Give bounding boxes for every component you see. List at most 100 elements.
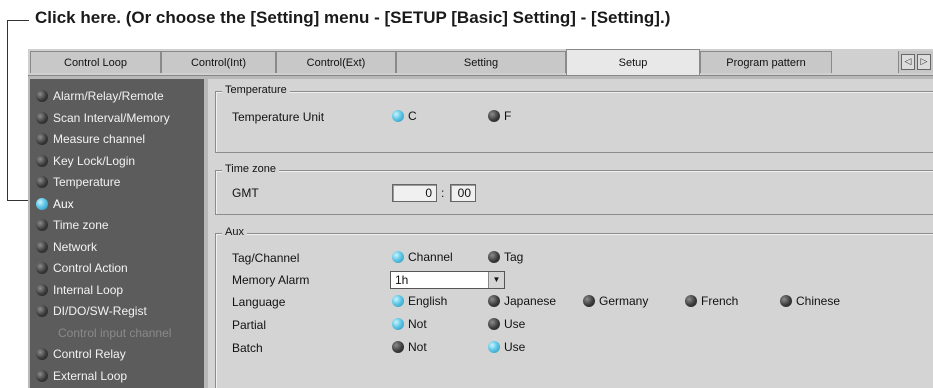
led-icon	[36, 241, 48, 253]
radio-off-icon	[488, 110, 500, 122]
callout-leader-line	[7, 20, 8, 200]
option-label: C	[408, 109, 417, 123]
led-icon	[36, 219, 48, 231]
radio-on-icon	[392, 251, 404, 263]
temperature-group: Temperature Temperature Unit C F	[215, 84, 933, 153]
tab-scroll-buttons: ◁ ▷	[898, 51, 933, 73]
group-title: Aux	[222, 226, 247, 238]
tab-control-ext[interactable]: Control(Ext)	[276, 51, 396, 73]
radio-batch-not[interactable]: Not	[392, 340, 427, 354]
sidebar-item-measure-channel[interactable]: Measure channel	[36, 129, 145, 149]
scroll-right-icon[interactable]: ▷	[917, 54, 931, 70]
batch-label: Batch	[232, 341, 263, 355]
radio-off-icon	[685, 295, 697, 307]
sidebar-item-internal-loop[interactable]: Internal Loop	[36, 280, 123, 300]
option-label: F	[504, 109, 512, 123]
timezone-group: Time zone GMT 0 : 00	[215, 163, 933, 215]
tab-control-loop[interactable]: Control Loop	[30, 51, 161, 73]
option-label: Germany	[599, 294, 649, 308]
led-icon	[36, 348, 48, 360]
sidebar-item-control-relay[interactable]: Control Relay	[36, 344, 126, 364]
sidebar-item-label: Alarm/Relay/Remote	[53, 89, 164, 103]
aux-group: Aux Tag/Channel Channel Tag Memory Alarm…	[215, 226, 933, 388]
option-label: English	[408, 294, 448, 308]
led-icon	[36, 155, 48, 167]
sidebar-item-label: Key Lock/Login	[53, 154, 136, 168]
radio-off-icon	[583, 295, 595, 307]
sidebar-item-label: External Loop	[53, 369, 128, 383]
tab-control-int[interactable]: Control(Int)	[161, 51, 276, 73]
option-label: Use	[504, 340, 526, 354]
tab-setup[interactable]: Setup	[566, 49, 700, 75]
radio-french[interactable]: French	[685, 294, 738, 308]
scroll-left-icon[interactable]: ◁	[901, 54, 915, 70]
sidebar-item-label: DI/DO/SW-Regist	[53, 304, 147, 318]
radio-on-icon	[392, 318, 404, 330]
radio-off-icon	[488, 251, 500, 263]
led-icon	[36, 198, 48, 210]
tab-program-pattern[interactable]: Program pattern	[700, 51, 832, 73]
sidebar-item-label: Control Relay	[53, 347, 126, 361]
radio-japanese[interactable]: Japanese	[488, 294, 556, 308]
language-label: Language	[232, 295, 286, 309]
callout-leader-line	[7, 20, 29, 21]
option-label: Use	[504, 317, 526, 331]
partial-label: Partial	[232, 318, 267, 332]
gmt-hours-field[interactable]: 0	[392, 184, 437, 202]
sidebar-item-label: Internal Loop	[53, 283, 124, 297]
radio-off-icon	[488, 295, 500, 307]
settings-panel: Temperature Temperature Unit C F Time zo…	[208, 79, 933, 388]
option-label: Japanese	[504, 294, 557, 308]
tag-channel-label: Tag/Channel	[232, 251, 300, 265]
radio-on-icon	[392, 110, 404, 122]
led-icon	[36, 370, 48, 382]
group-title: Time zone	[222, 163, 279, 175]
select-value: 1h	[395, 273, 409, 287]
radio-temperature-f[interactable]: F	[488, 109, 511, 123]
chevron-down-icon: ▼	[488, 272, 504, 288]
radio-english[interactable]: English	[392, 294, 447, 308]
sidebar-item-di-do-sw-regist[interactable]: DI/DO/SW-Regist	[36, 301, 147, 321]
sidebar-item-temperature[interactable]: Temperature	[36, 172, 120, 192]
gmt-label: GMT	[232, 186, 259, 200]
sidebar-item-control-input-channel: Control input channel	[58, 323, 171, 343]
sidebar-item-label: Temperature	[53, 175, 121, 189]
radio-temperature-c[interactable]: C	[392, 109, 417, 123]
sidebar-item-aux[interactable]: Aux	[36, 194, 74, 214]
memory-alarm-select[interactable]: 1h ▼	[390, 271, 505, 289]
option-label: French	[701, 294, 739, 308]
sidebar-item-key-lock-login[interactable]: Key Lock/Login	[36, 151, 135, 171]
instruction-callout: Click here. (Or choose the [Setting] men…	[35, 8, 671, 27]
sidebar-item-label: Control input channel	[58, 326, 172, 340]
option-label: Chinese	[796, 294, 841, 308]
sidebar-item-alarm-relay-remote[interactable]: Alarm/Relay/Remote	[36, 86, 164, 106]
sidebar-item-external-loop[interactable]: External Loop	[36, 366, 127, 386]
option-label: Channel	[408, 250, 453, 264]
option-label: Not	[408, 317, 427, 331]
sidebar-item-network[interactable]: Network	[36, 237, 97, 257]
settings-window: Control Loop Control(Int) Control(Ext) S…	[28, 49, 933, 388]
sidebar-item-scan-interval-memory[interactable]: Scan Interval/Memory	[36, 108, 170, 128]
gmt-minutes-field[interactable]: 00	[450, 184, 476, 202]
temperature-unit-label: Temperature Unit	[232, 110, 325, 124]
radio-batch-use[interactable]: Use	[488, 340, 525, 354]
led-icon	[36, 305, 48, 317]
sidebar-item-time-zone[interactable]: Time zone	[36, 215, 109, 235]
led-icon	[36, 176, 48, 188]
radio-tag[interactable]: Tag	[488, 250, 523, 264]
option-label: Not	[408, 340, 427, 354]
sidebar-item-control-action[interactable]: Control Action	[36, 258, 128, 278]
sidebar: Alarm/Relay/Remote Scan Interval/Memory …	[30, 79, 204, 388]
led-icon	[36, 112, 48, 124]
radio-chinese[interactable]: Chinese	[780, 294, 840, 308]
memory-alarm-label: Memory Alarm	[232, 273, 310, 287]
radio-partial-use[interactable]: Use	[488, 317, 525, 331]
led-icon	[36, 90, 48, 102]
radio-partial-not[interactable]: Not	[392, 317, 427, 331]
option-label: Tag	[504, 250, 524, 264]
time-separator: :	[441, 186, 445, 200]
radio-channel[interactable]: Channel	[392, 250, 453, 264]
led-icon	[36, 262, 48, 274]
radio-germany[interactable]: Germany	[583, 294, 648, 308]
tab-setting[interactable]: Setting	[396, 51, 566, 73]
